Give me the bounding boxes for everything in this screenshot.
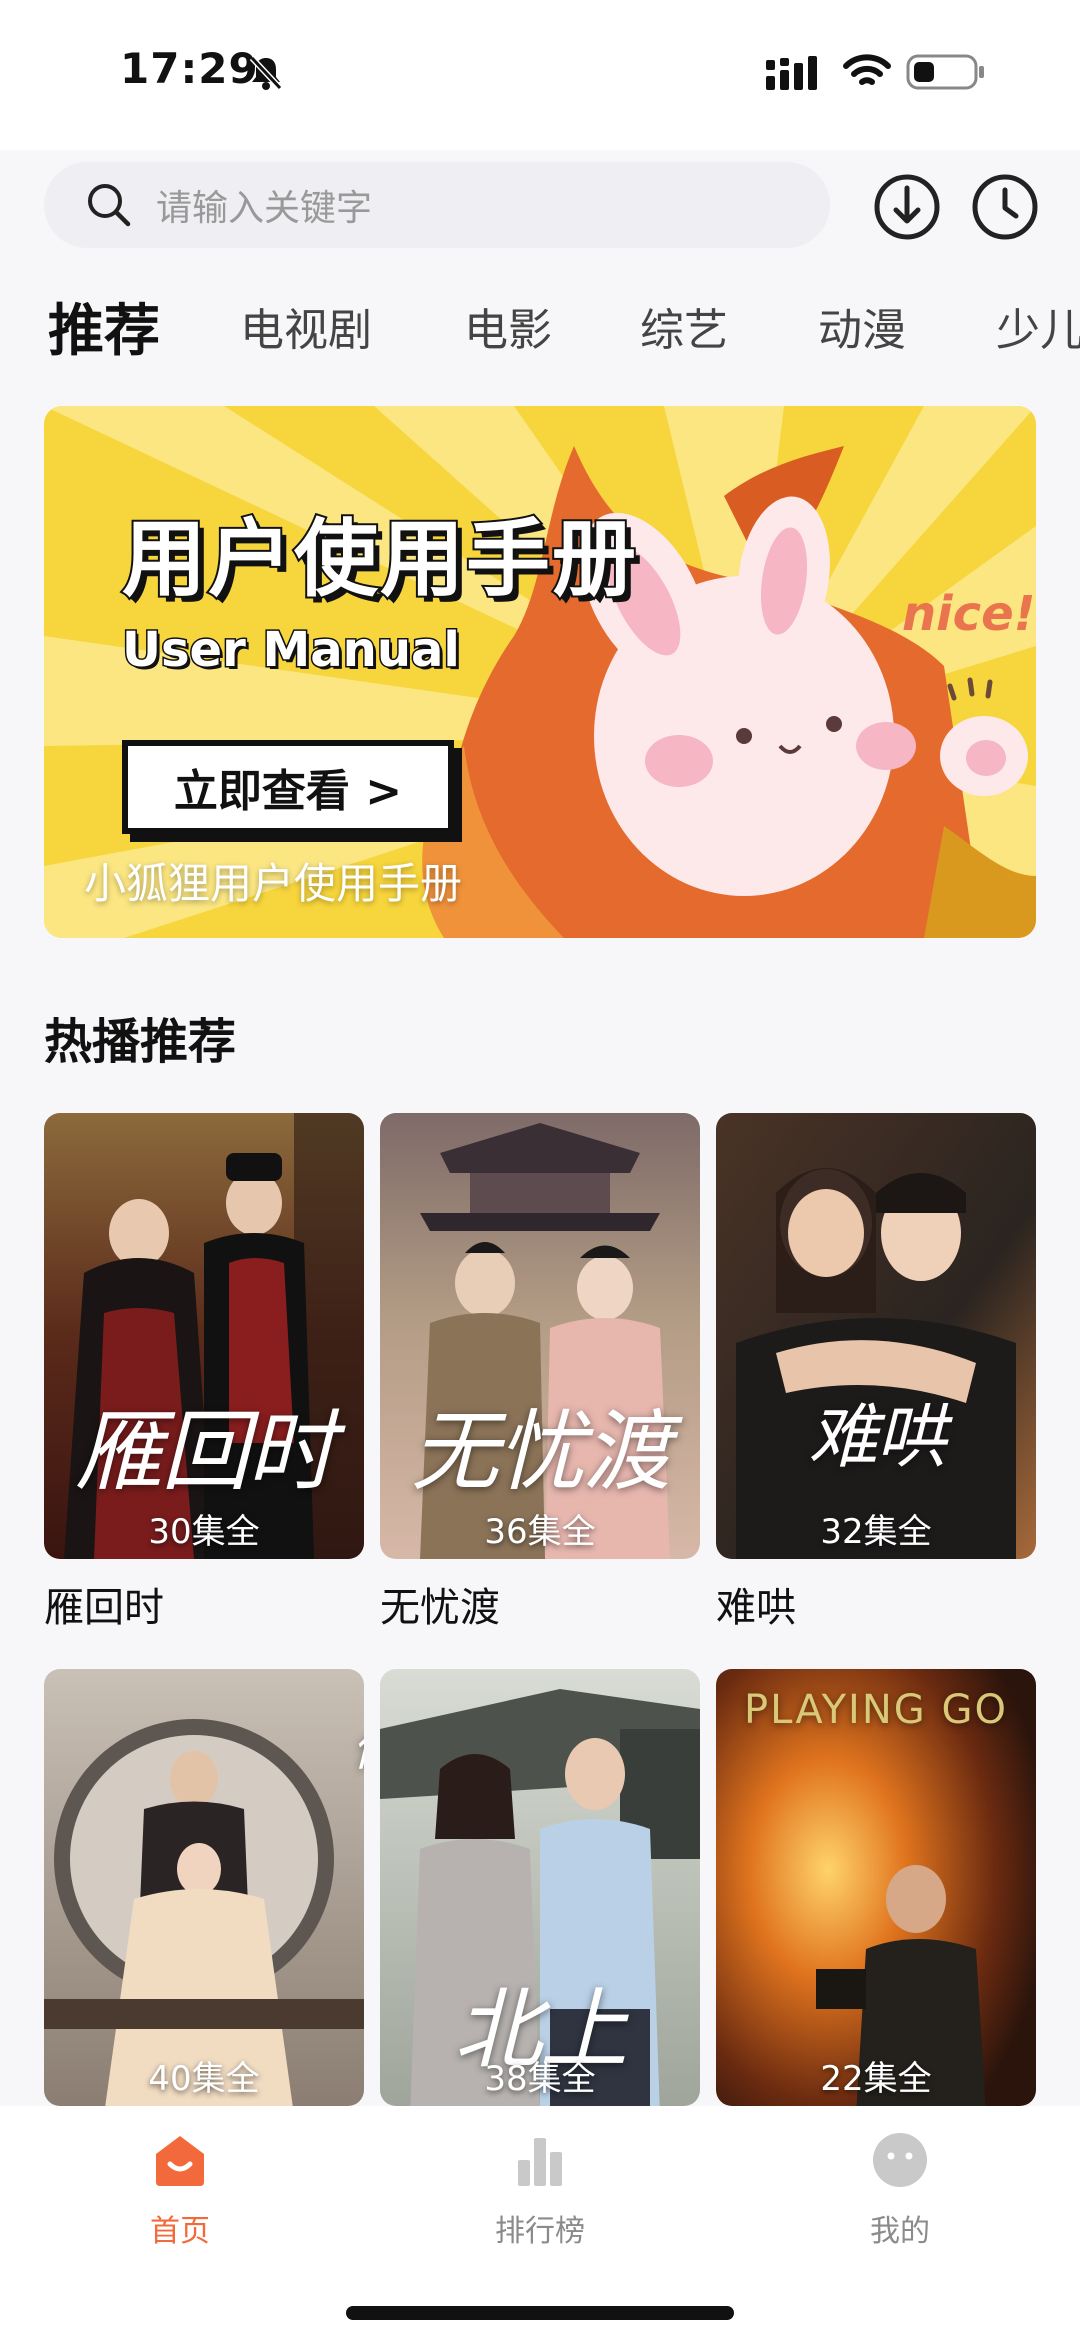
poster: 无忧渡 36集全 <box>380 1113 700 1559</box>
status-bar: 17:29 <box>0 0 1080 150</box>
banner-user-manual[interactable]: 用户使用手册 User Manual nice! 立即查看 > 小狐狸用户使用手… <box>44 406 1036 938</box>
tab-kids[interactable]: 少儿 <box>996 294 1080 358</box>
section-title-hot: 热播推荐 <box>44 1014 237 1070</box>
banner-caption: 小狐狸用户使用手册 <box>84 859 463 908</box>
banner-nice-text: nice! <box>902 586 1036 642</box>
nav-home-label: 首页 <box>150 2214 210 2249</box>
bell-off-icon <box>249 55 283 91</box>
poster: 北上 38集全 <box>380 1669 700 2106</box>
search-placeholder: 请输入关键字 <box>156 188 373 229</box>
category-tabs: 推荐 电视剧 电影 综艺 动漫 少儿 <box>0 280 1080 370</box>
poster-title-art: 仙鸾 <box>124 1709 364 1779</box>
nav-ranking[interactable]: 排行榜 <box>450 2128 630 2250</box>
tab-variety[interactable]: 综艺 <box>640 294 728 358</box>
history-icon[interactable] <box>970 172 1040 242</box>
episode-count: 36集全 <box>484 1512 596 1552</box>
search-input[interactable]: 请输入关键字 <box>44 162 830 248</box>
tab-tv-series[interactable]: 电视剧 <box>240 294 372 358</box>
episode-count: 38集全 <box>484 2059 596 2099</box>
signal-icon <box>766 56 817 90</box>
poster: 难哄 32集全 <box>716 1113 1036 1559</box>
status-time: 17:29 <box>120 44 259 93</box>
drama-card[interactable]: PLAYING GO 22集全 <box>716 1669 1036 2106</box>
poster: PLAYING GO 22集全 <box>716 1669 1036 2106</box>
episode-count: 40集全 <box>148 2059 260 2099</box>
banner-title: 用户使用手册 <box>120 508 639 610</box>
drama-title: 无忧渡 <box>380 1585 500 1631</box>
poster: 雁回时 30集全 <box>44 1113 364 1559</box>
episode-count: 22集全 <box>820 2059 932 2099</box>
ranking-icon <box>518 2138 562 2186</box>
banner-subtitle: User Manual <box>121 621 462 680</box>
home-indicator[interactable] <box>346 2306 734 2320</box>
view-now-button[interactable]: 立即查看 > <box>122 740 454 834</box>
search-icon <box>88 184 131 227</box>
drama-card[interactable]: 难哄 32集全 难哄 <box>716 1113 1036 1633</box>
profile-icon <box>873 2133 927 2187</box>
wifi-icon <box>843 54 891 85</box>
drama-card[interactable]: 无忧渡 36集全 无忧渡 <box>380 1113 700 1633</box>
nav-profile-label: 我的 <box>870 2214 930 2249</box>
download-icon[interactable] <box>872 172 942 242</box>
battery-icon <box>906 54 984 90</box>
poster-title-art: 无忧渡 <box>410 1400 671 1503</box>
drama-card[interactable]: 雁回时 30集全 雁回时 <box>44 1113 364 1633</box>
tab-anime[interactable]: 动漫 <box>818 294 906 358</box>
drama-title: 难哄 <box>716 1585 796 1631</box>
drama-card[interactable]: 仙鸾 40集全 <box>44 1669 364 2106</box>
poster-art <box>716 1669 1036 2106</box>
home-icon <box>156 2136 204 2186</box>
poster-title-art: 雁回时 <box>74 1400 335 1503</box>
poster-title-art: PLAYING GO <box>744 1687 1008 1733</box>
poster: 仙鸾 40集全 <box>44 1669 364 2106</box>
tab-recommend[interactable]: 推荐 <box>48 286 160 367</box>
drama-title: 雁回时 <box>44 1585 164 1631</box>
episode-count: 30集全 <box>148 1512 260 1552</box>
poster-title-art: 难哄 <box>808 1396 946 1478</box>
nav-profile[interactable]: 我的 <box>810 2128 990 2250</box>
nav-home[interactable]: 首页 <box>90 2128 270 2250</box>
nav-ranking-label: 排行榜 <box>495 2214 585 2249</box>
episode-count: 32集全 <box>820 1512 932 1552</box>
drama-card[interactable]: 北上 38集全 <box>380 1669 700 2106</box>
tab-movies[interactable]: 电影 <box>464 294 552 358</box>
poster-art <box>716 1113 1036 1559</box>
